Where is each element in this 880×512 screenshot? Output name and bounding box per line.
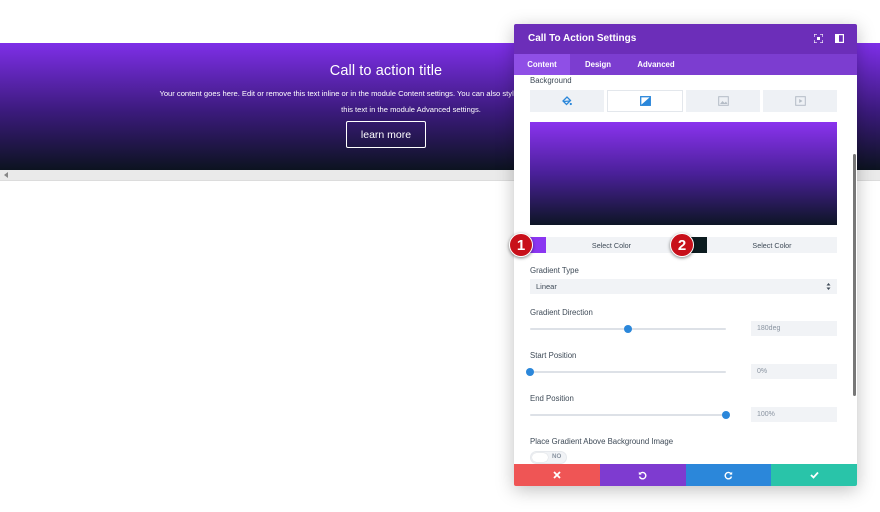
paint-bucket-icon [562, 96, 572, 106]
modal-tabs: Content Design Advanced [514, 54, 857, 75]
modal-title: Call To Action Settings [528, 33, 637, 44]
background-color-tab[interactable] [530, 90, 604, 112]
gradient-type-value: Linear [536, 282, 557, 291]
redo-icon [724, 471, 733, 480]
end-position-input[interactable]: 100% [751, 407, 837, 422]
tab-design[interactable]: Design [570, 54, 626, 75]
end-position-slider[interactable] [530, 411, 730, 419]
background-gradient-tab[interactable] [607, 90, 683, 112]
toggle-state-text: NO [552, 453, 562, 460]
gradient-type-select[interactable]: Linear [530, 279, 837, 294]
place-gradient-above-label: Place Gradient Above Background Image [530, 437, 674, 446]
gradient-type-label: Gradient Type [530, 266, 579, 275]
gradient-direction-slider[interactable] [530, 325, 726, 333]
tab-content[interactable]: Content [514, 54, 570, 75]
start-position-label: Start Position [530, 351, 577, 360]
annotation-marker-2: 2 [670, 233, 694, 257]
gradient-direction-slider-handle[interactable] [624, 325, 632, 333]
checkmark-icon [809, 471, 819, 479]
tab-advanced[interactable]: Advanced [626, 54, 686, 75]
undo-button[interactable] [599, 464, 686, 486]
sidebar-toggle-icon[interactable] [835, 34, 844, 43]
background-type-tabs [530, 90, 837, 112]
scroll-left-arrow-icon[interactable] [4, 172, 8, 178]
fullscreen-icon[interactable] [814, 34, 823, 43]
background-video-tab[interactable] [763, 90, 837, 112]
save-button[interactable] [771, 464, 857, 486]
image-icon [717, 96, 729, 106]
modal-footer [514, 464, 857, 486]
learn-more-button[interactable]: learn more [346, 121, 426, 148]
end-position-label: End Position [530, 394, 574, 403]
modal-scrollbar[interactable] [853, 154, 856, 396]
start-position-slider[interactable] [526, 368, 726, 376]
background-label: Background [530, 76, 572, 85]
toggle-knob [532, 453, 548, 462]
end-position-slider-handle[interactable] [722, 411, 730, 419]
select-color-1-button[interactable]: Select Color [546, 237, 677, 253]
gradient-preview [530, 122, 837, 225]
select-color-2-button[interactable]: Select Color [707, 237, 837, 253]
cancel-button[interactable] [514, 464, 600, 486]
redo-button[interactable] [685, 464, 772, 486]
video-icon [794, 96, 806, 106]
annotation-marker-1: 1 [509, 233, 533, 257]
undo-icon [638, 471, 647, 480]
start-position-slider-handle[interactable] [526, 368, 534, 376]
modal-header[interactable]: Call To Action Settings [514, 24, 857, 54]
start-position-input[interactable]: 0% [751, 364, 837, 379]
place-gradient-above-toggle[interactable]: NO [530, 451, 567, 464]
gradient-direction-input[interactable]: 180deg [751, 321, 837, 336]
gradient-direction-label: Gradient Direction [530, 308, 593, 317]
close-icon [553, 471, 561, 479]
background-image-tab[interactable] [686, 90, 760, 112]
select-arrows-icon [826, 283, 831, 290]
modal-body: Background Select Color Select Color Gra… [514, 75, 857, 464]
gradient-icon [639, 96, 651, 106]
